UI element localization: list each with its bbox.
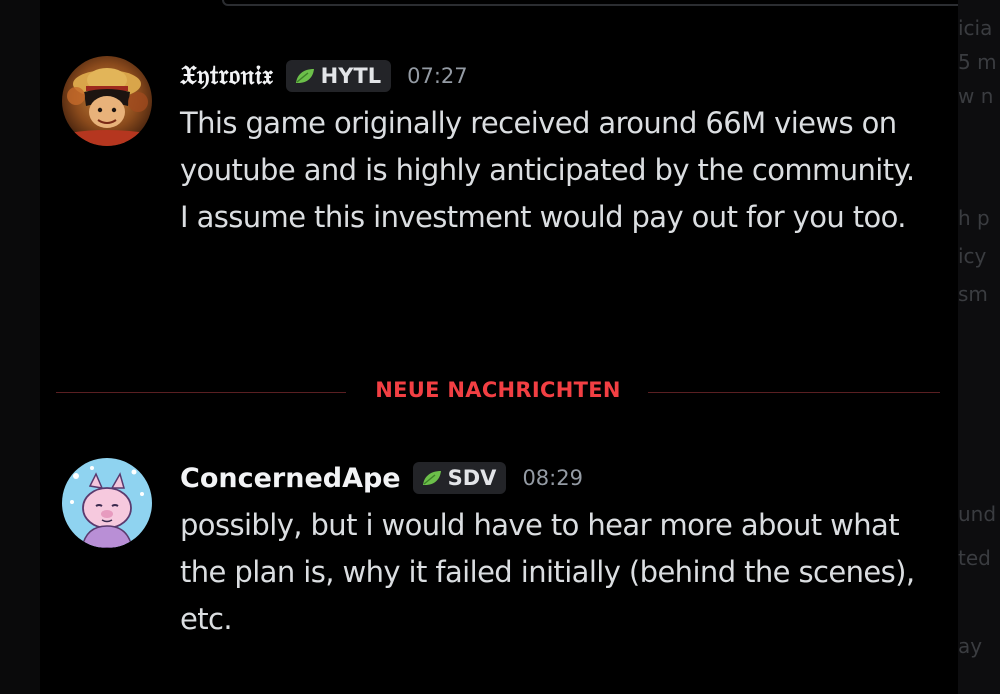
message-line: possibly, but i would have to hear more … — [180, 508, 915, 636]
clan-tag[interactable]: SDV — [412, 462, 507, 494]
timestamp[interactable]: 08:29 — [522, 466, 583, 490]
avatar-image — [62, 458, 152, 548]
panel-fragment-text: und — [958, 502, 997, 526]
message-content: This game originally received around 66M… — [180, 100, 940, 241]
timestamp[interactable]: 07:27 — [407, 64, 468, 88]
message-line: This game originally received around 66M… — [180, 106, 915, 187]
avatar[interactable] — [62, 56, 152, 146]
message-header: ConcernedApe SDV 08:29 — [180, 458, 583, 498]
panel-fragment-text: 5 m — [958, 50, 997, 74]
message-line: I assume this investment would pay out f… — [180, 200, 907, 234]
chat-message[interactable]: ConcernedApe SDV 08:29 possibly, but i w… — [62, 458, 932, 658]
message-content: possibly, but i would have to hear more … — [180, 502, 940, 643]
divider-line — [56, 392, 346, 393]
panel-fragment-text: w n — [958, 84, 994, 108]
panel-fragment-text: h p — [958, 206, 990, 230]
message-input-edge — [222, 0, 966, 6]
panel-fragment-text: icia — [958, 16, 993, 40]
panel-fragment-text: icy — [958, 244, 987, 268]
message-header: 𝔛𝔶𝔱𝔯𝔬𝔫𝔦𝔵 HYTL 07:27 — [180, 56, 468, 96]
clan-tag[interactable]: HYTL — [285, 60, 392, 92]
chat-message[interactable]: 𝔛𝔶𝔱𝔯𝔬𝔫𝔦𝔵 HYTL 07:27 This game originally… — [62, 56, 932, 346]
divider-line — [648, 392, 940, 393]
new-messages-label: NEUE NACHRICHTEN — [375, 378, 621, 402]
panel-fragment-text: ay — [958, 634, 983, 658]
panel-fragment-text: sm — [958, 282, 988, 306]
avatar[interactable] — [62, 458, 152, 548]
panel-fragment-text: ted — [958, 546, 991, 570]
clan-tag-label: HYTL — [320, 64, 382, 88]
avatar-image — [62, 56, 152, 146]
new-messages-divider: NEUE NACHRICHTEN — [56, 378, 940, 406]
leaf-icon — [295, 69, 314, 83]
username[interactable]: 𝔛𝔶𝔱𝔯𝔬𝔫𝔦𝔵 — [180, 60, 274, 92]
username[interactable]: ConcernedApe — [180, 463, 401, 494]
member-panel-fragment: icia 5 m w n h p icy sm und ted ay — [958, 0, 1000, 694]
clan-tag-label: SDV — [447, 466, 497, 490]
leaf-icon — [422, 471, 441, 485]
